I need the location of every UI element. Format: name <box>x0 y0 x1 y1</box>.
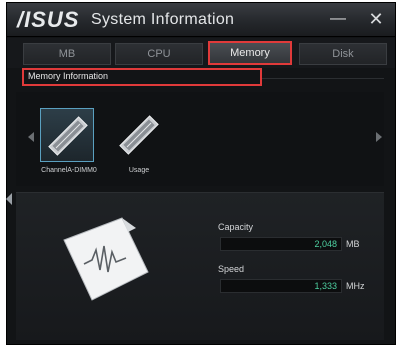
window-title: System Information <box>91 11 235 28</box>
module-label-dimm0: ChannelA-DIMM0 <box>41 167 97 174</box>
asus-logo: /ISUS <box>17 7 80 32</box>
speed-unit: MHz <box>346 281 365 291</box>
ram-module-icon <box>48 116 88 156</box>
speed-label: Speed <box>218 264 245 274</box>
document-waveform-icon <box>63 217 149 301</box>
scroll-right-arrow-icon[interactable] <box>376 132 382 142</box>
tab-mb[interactable]: MB <box>23 43 111 65</box>
tab-memory[interactable]: Memory <box>208 41 292 65</box>
capacity-value: 2,048 <box>220 237 342 251</box>
module-label-usage: Usage <box>128 167 150 174</box>
capacity-label: Capacity <box>218 222 254 232</box>
section-title: Memory Information <box>28 71 109 81</box>
close-button[interactable]: ✕ <box>365 8 387 30</box>
speed-value: 1,333 <box>220 279 342 293</box>
module-usage[interactable] <box>112 108 166 162</box>
memory-information-header: Memory Information <box>22 68 262 86</box>
module-channela-dimm0[interactable] <box>40 108 94 162</box>
section-divider <box>262 78 384 79</box>
tab-disk[interactable]: Disk <box>299 43 387 65</box>
ram-module-icon <box>119 115 159 155</box>
collapse-panel-arrow-icon[interactable] <box>6 193 12 205</box>
tab-bar: MB CPU Memory Disk <box>7 38 395 68</box>
tab-cpu[interactable]: CPU <box>115 43 203 65</box>
title-bar[interactable]: /ISUS System Information — ✕ <box>7 3 395 37</box>
capacity-unit: MB <box>346 239 360 249</box>
scroll-left-arrow-icon[interactable] <box>28 132 34 142</box>
minimize-button[interactable]: — <box>327 8 349 30</box>
